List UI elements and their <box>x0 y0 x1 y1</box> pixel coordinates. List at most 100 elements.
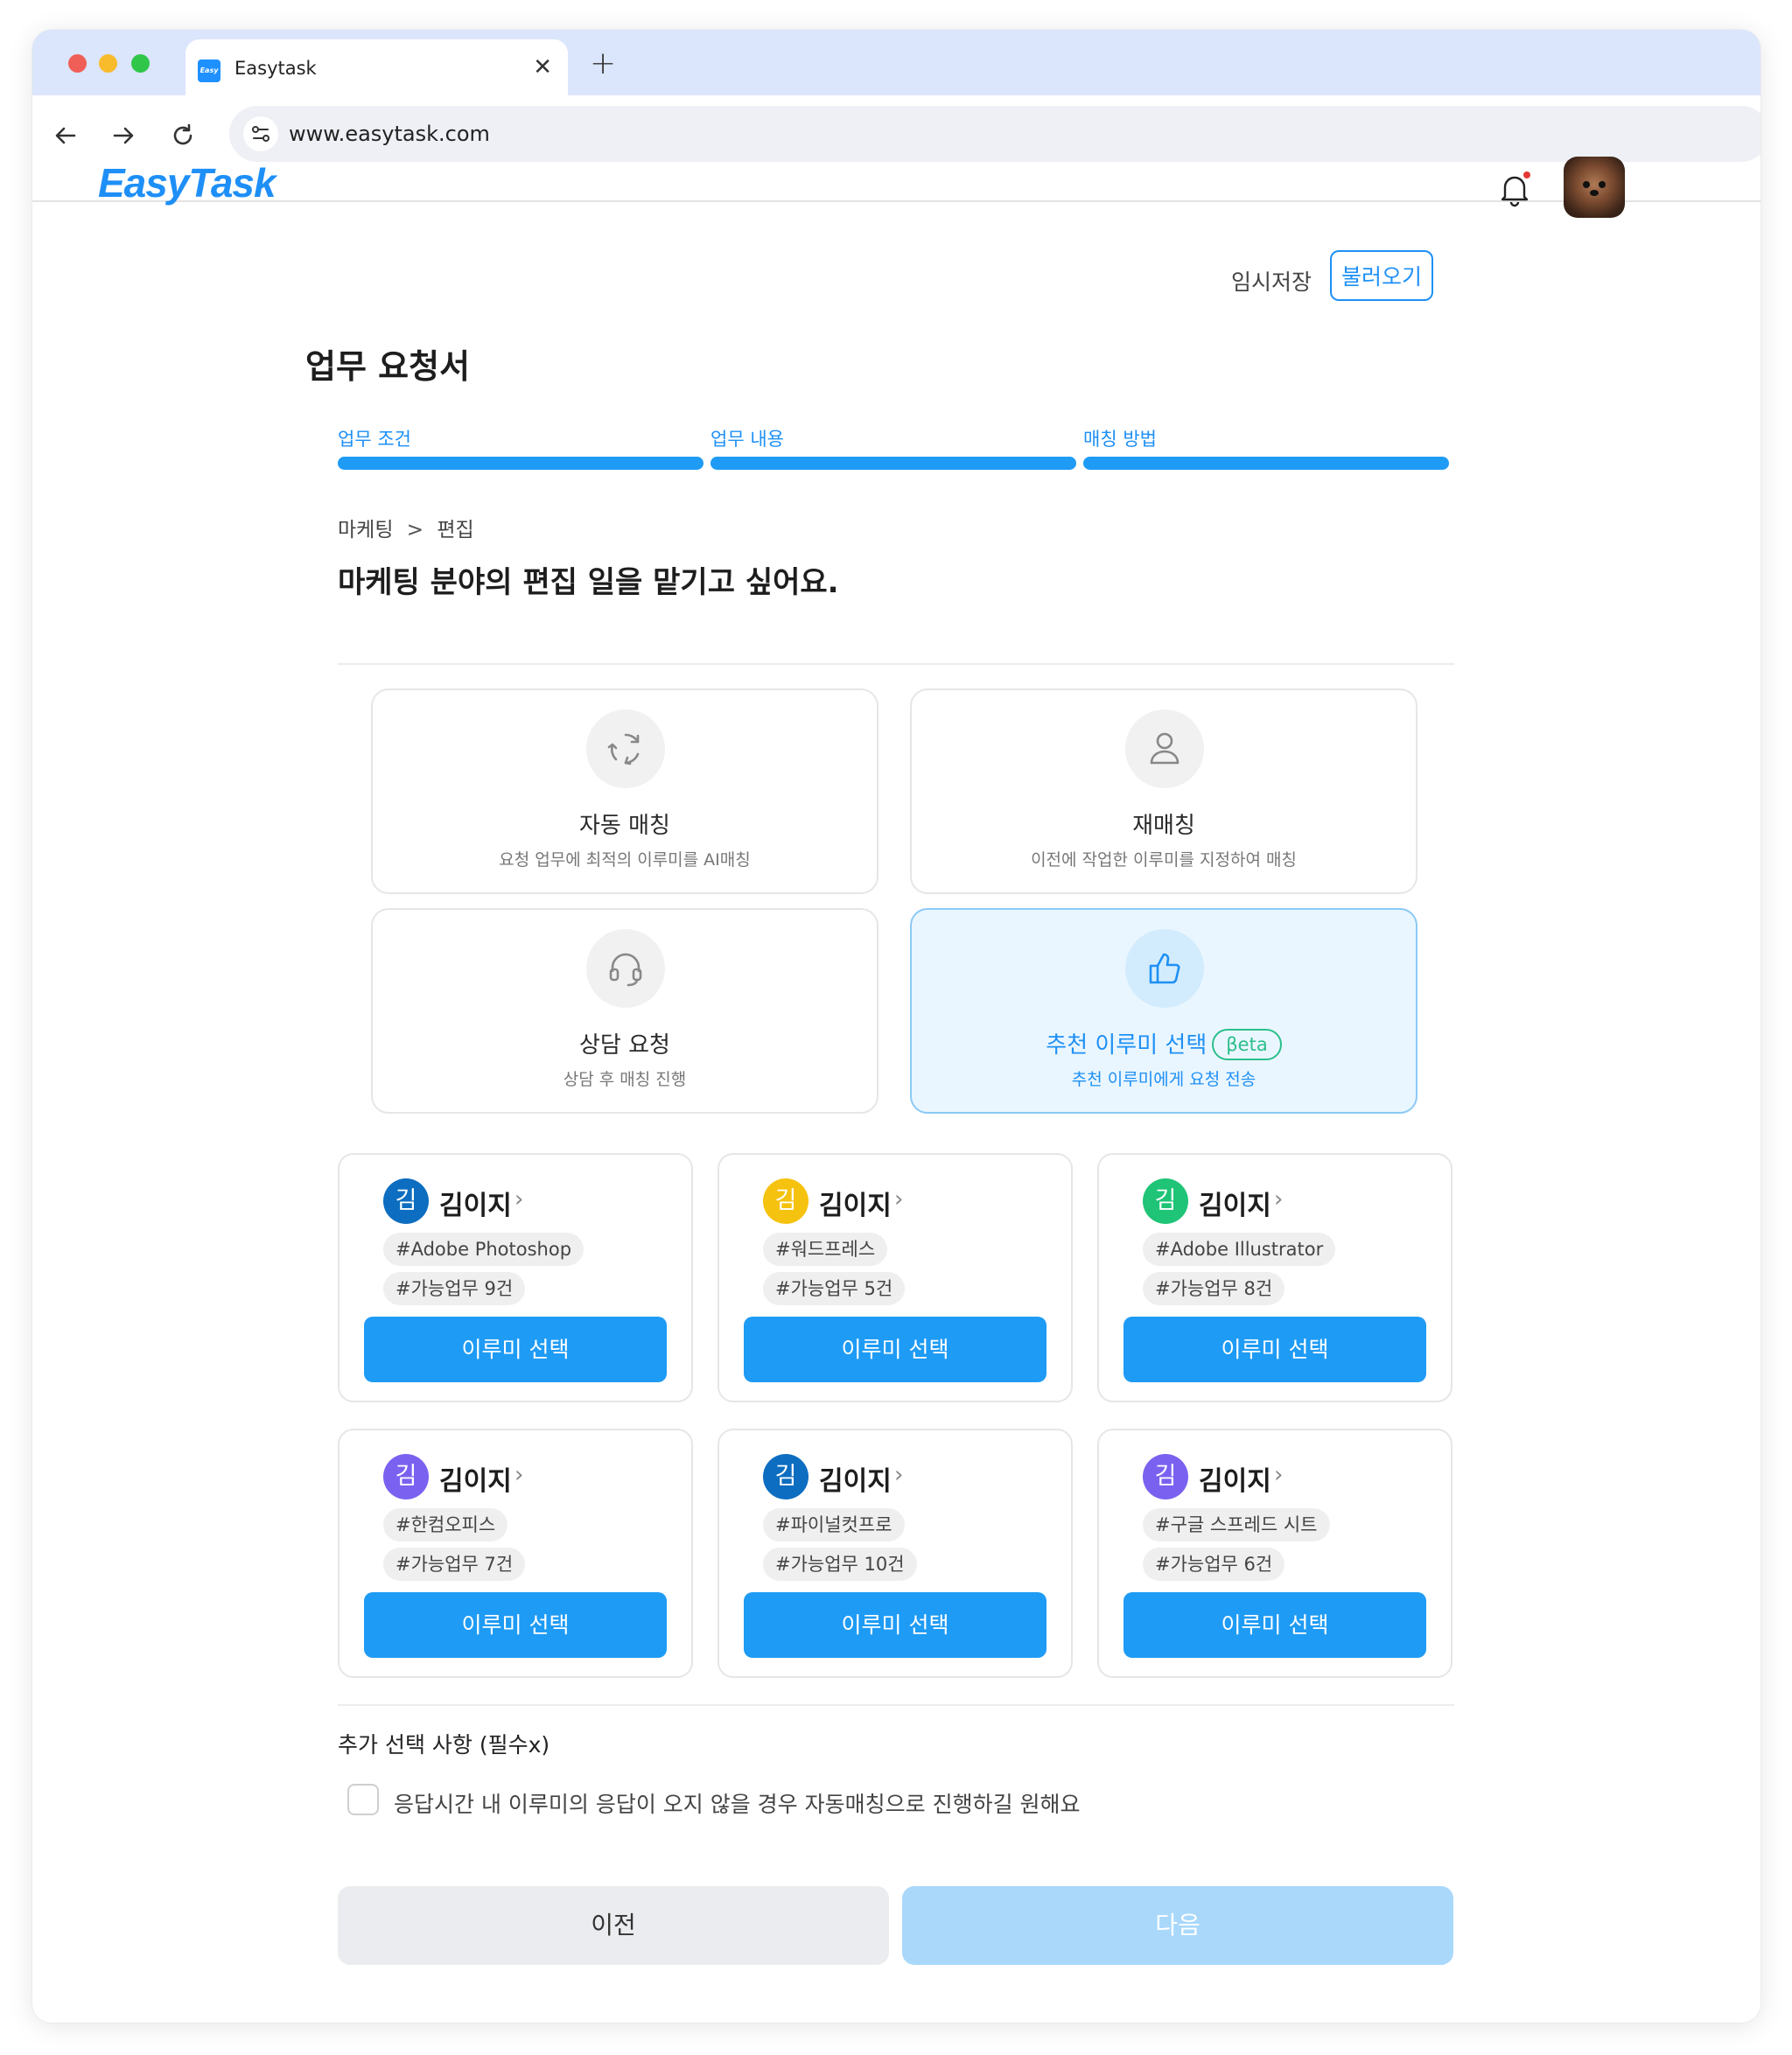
option-description: 이전에 작업한 이루미를 지정하여 매칭 <box>1031 850 1297 870</box>
breadcrumb-item[interactable]: 편집 <box>437 519 473 542</box>
tab-title: Easytask <box>234 58 317 79</box>
avatar: 김 <box>763 1454 808 1499</box>
option-title-text: 추천 이루미 선택 <box>1046 1032 1208 1059</box>
avatar: 김 <box>1143 1178 1188 1224</box>
chevron-right-icon[interactable]: › <box>1274 1186 1283 1213</box>
option-consultation[interactable]: 상담 요청 상담 후 매칭 진행 <box>371 908 878 1114</box>
easytask-logo[interactable]: EasyTask <box>98 159 276 206</box>
step-label-2: 업무 내용 <box>710 429 784 450</box>
option-title: 자동 매칭 <box>579 813 670 839</box>
chevron-right-icon[interactable]: › <box>894 1186 903 1213</box>
step-label-3: 매칭 방법 <box>1083 429 1157 450</box>
avatar: 김 <box>383 1178 429 1224</box>
recommended-person-card: 김 김이지 › #구글 스프레드 시트 #가능업무 6건이루미 선택 <box>1097 1429 1452 1678</box>
option-title: 재매칭 <box>1132 813 1195 839</box>
person-name[interactable]: 김이지 <box>819 1459 892 1498</box>
address-bar[interactable]: www.easytask.com <box>229 106 1760 162</box>
option-title: 추천 이루미 선택 βeta <box>912 1027 1416 1060</box>
forward-arrow-icon[interactable] <box>108 120 139 151</box>
person-name[interactable]: 김이지 <box>819 1184 892 1222</box>
close-icon[interactable]: ✕ <box>533 54 552 80</box>
step-progress-2 <box>710 457 1076 470</box>
recommended-person-card: 김 김이지 › #워드프레스 #가능업무 5건이루미 선택 <box>718 1153 1073 1402</box>
available-count-tag: #가능업무 7건 <box>383 1548 526 1581</box>
recommended-person-card: 김 김이지 › #한컴오피스 #가능업무 7건이루미 선택 <box>338 1429 693 1678</box>
option-auto-matching[interactable]: 자동 매칭 요청 업무에 최적의 이루미를 AI매칭 <box>371 688 878 894</box>
load-button[interactable]: 불러오기 <box>1330 250 1433 301</box>
person-name[interactable]: 김이지 <box>1199 1184 1271 1222</box>
page-title: 업무 요청서 <box>305 347 471 386</box>
select-person-button[interactable]: 이루미 선택 <box>1124 1592 1426 1658</box>
refresh-cycle-icon <box>586 709 665 788</box>
option-recommended-selection[interactable]: 추천 이루미 선택 βeta 추천 이루미에게 요청 전송 <box>910 908 1418 1114</box>
chevron-right-icon: > <box>406 519 424 542</box>
breadcrumb: 마케팅 > 편집 <box>338 513 474 542</box>
back-arrow-icon[interactable] <box>50 120 81 151</box>
thumbs-up-icon <box>1125 929 1204 1008</box>
avatar[interactable] <box>1564 157 1625 218</box>
user-icon <box>1125 709 1204 788</box>
recommended-person-card: 김 김이지 › #Adobe Photoshop #가능업무 9건이루미 선택 <box>338 1153 693 1402</box>
recommended-person-card: 김 김이지 › #파이널컷프로 #가능업무 10건이루미 선택 <box>718 1429 1073 1678</box>
chevron-right-icon[interactable]: › <box>894 1462 903 1488</box>
skill-tag: #Adobe Photoshop <box>383 1233 584 1266</box>
browser-window: Easy Easytask ✕ + www.easytask.com <box>32 30 1760 2023</box>
auto-matching-checkbox[interactable] <box>347 1784 379 1815</box>
auto-matching-checkbox-label[interactable]: 응답시간 내 이루미의 응답이 오지 않을 경우 자동매칭으로 진행하길 원해요 <box>394 1787 1081 1819</box>
notification-dot <box>1523 171 1530 178</box>
prev-button[interactable]: 이전 <box>338 1886 889 1965</box>
avatar: 김 <box>763 1178 808 1224</box>
option-description: 상담 후 매칭 진행 <box>563 1070 687 1089</box>
headset-icon <box>586 929 665 1008</box>
available-count-tag: #가능업무 8건 <box>1143 1272 1285 1305</box>
select-person-button[interactable]: 이루미 선택 <box>364 1592 667 1658</box>
url-text: www.easytask.com <box>289 122 490 146</box>
person-name[interactable]: 김이지 <box>1199 1459 1271 1498</box>
divider <box>338 663 1454 665</box>
next-button[interactable]: 다음 <box>902 1886 1453 1965</box>
tab-strip: Easy Easytask ✕ + <box>32 30 1760 95</box>
skill-tag: #Adobe Illustrator <box>1143 1233 1336 1266</box>
maximize-window-button[interactable] <box>131 54 150 73</box>
select-person-button[interactable]: 이루미 선택 <box>744 1317 1046 1382</box>
available-count-tag: #가능업무 9건 <box>383 1272 526 1305</box>
chevron-right-icon[interactable]: › <box>514 1186 523 1213</box>
browser-tab[interactable]: Easy Easytask ✕ <box>186 39 568 95</box>
avatar: 김 <box>383 1454 429 1499</box>
skill-tag: #워드프레스 <box>763 1233 888 1266</box>
available-count-tag: #가능업무 10건 <box>763 1548 917 1581</box>
beta-badge: βeta <box>1212 1029 1282 1060</box>
available-count-tag: #가능업무 6건 <box>1143 1548 1285 1581</box>
option-title: 상담 요청 <box>579 1032 670 1059</box>
select-person-button[interactable]: 이루미 선택 <box>364 1317 667 1382</box>
avatar: 김 <box>1143 1454 1188 1499</box>
chevron-right-icon[interactable]: › <box>514 1462 523 1488</box>
recommended-person-card: 김 김이지 › #Adobe Illustrator #가능업무 8건이루미 선택 <box>1097 1153 1452 1402</box>
person-name[interactable]: 김이지 <box>439 1459 512 1498</box>
close-window-button[interactable] <box>68 54 87 73</box>
option-description: 추천 이루미에게 요청 전송 <box>1071 1070 1256 1089</box>
step-progress-3 <box>1083 457 1449 470</box>
available-count-tag: #가능업무 5건 <box>763 1272 906 1305</box>
temp-save-button[interactable]: 임시저장 <box>1231 265 1312 297</box>
option-description: 요청 업무에 최적의 이루미를 AI매칭 <box>499 850 751 870</box>
chevron-right-icon[interactable]: › <box>1274 1462 1283 1488</box>
breadcrumb-item[interactable]: 마케팅 <box>338 519 393 542</box>
skill-tag: #파이널컷프로 <box>763 1508 905 1541</box>
minimize-window-button[interactable] <box>99 54 117 73</box>
favicon-icon: Easy <box>198 59 220 82</box>
reload-icon[interactable] <box>167 120 199 151</box>
new-tab-button[interactable]: + <box>590 45 616 81</box>
step-label-1: 업무 조건 <box>338 429 411 450</box>
extra-options-title: 추가 선택 사항 (필수x) <box>338 1732 550 1758</box>
skill-tag: #한컴오피스 <box>383 1508 508 1541</box>
select-person-button[interactable]: 이루미 선택 <box>744 1592 1046 1658</box>
bell-icon[interactable] <box>1497 170 1532 208</box>
site-settings-icon[interactable] <box>243 116 278 151</box>
option-rematching[interactable]: 재매칭 이전에 작업한 이루미를 지정하여 매칭 <box>910 688 1418 894</box>
divider <box>338 1704 1454 1706</box>
person-name[interactable]: 김이지 <box>439 1184 512 1222</box>
step-progress-1 <box>338 457 704 470</box>
skill-tag: #구글 스프레드 시트 <box>1143 1508 1330 1541</box>
select-person-button[interactable]: 이루미 선택 <box>1124 1317 1426 1382</box>
